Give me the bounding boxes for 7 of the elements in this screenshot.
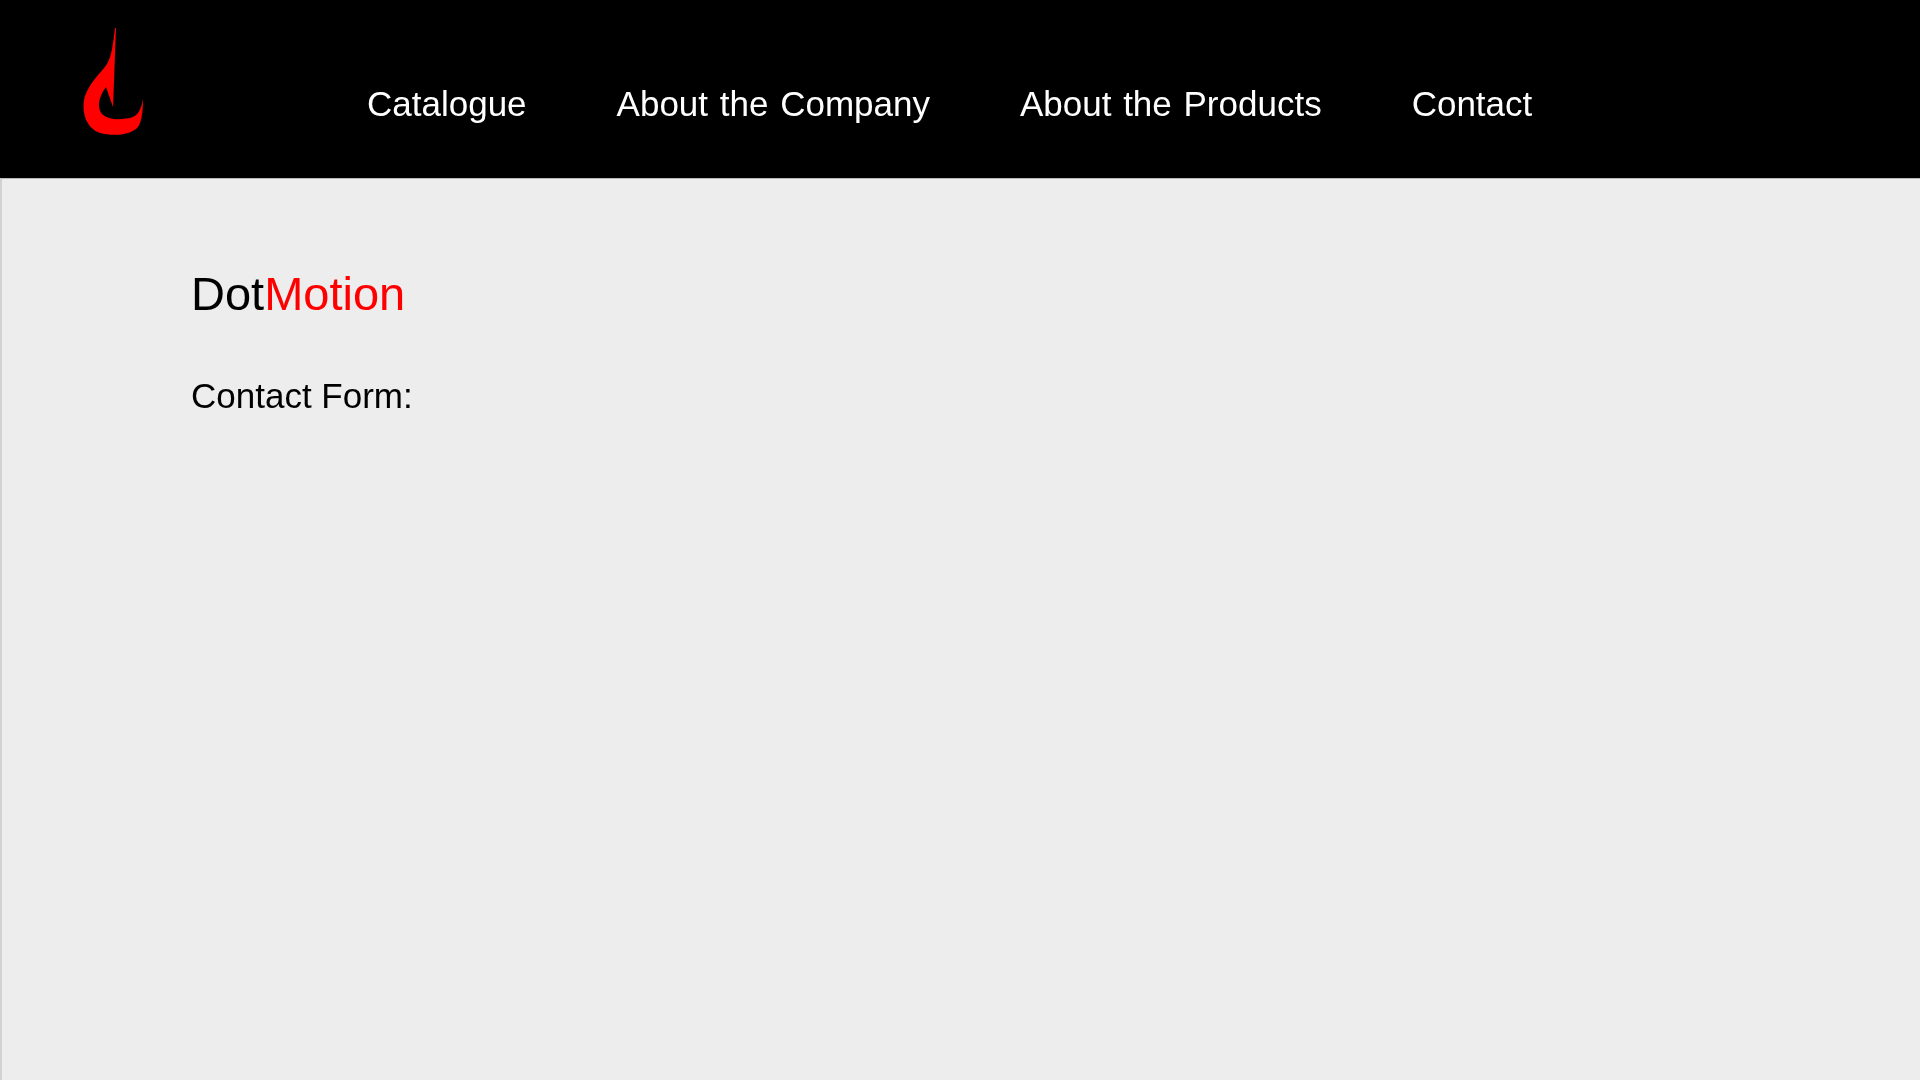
flame-logo-icon[interactable] — [82, 28, 144, 136]
brand-title: DotMotion — [191, 266, 406, 322]
nav-link[interactable]: Contact — [1411, 83, 1533, 125]
nav-link[interactable]: About the Products — [1019, 83, 1322, 125]
nav-link[interactable]: About the Company — [616, 83, 930, 125]
nav-link[interactable]: Catalogue — [367, 83, 527, 125]
form-heading: Contact Form: — [191, 375, 413, 418]
